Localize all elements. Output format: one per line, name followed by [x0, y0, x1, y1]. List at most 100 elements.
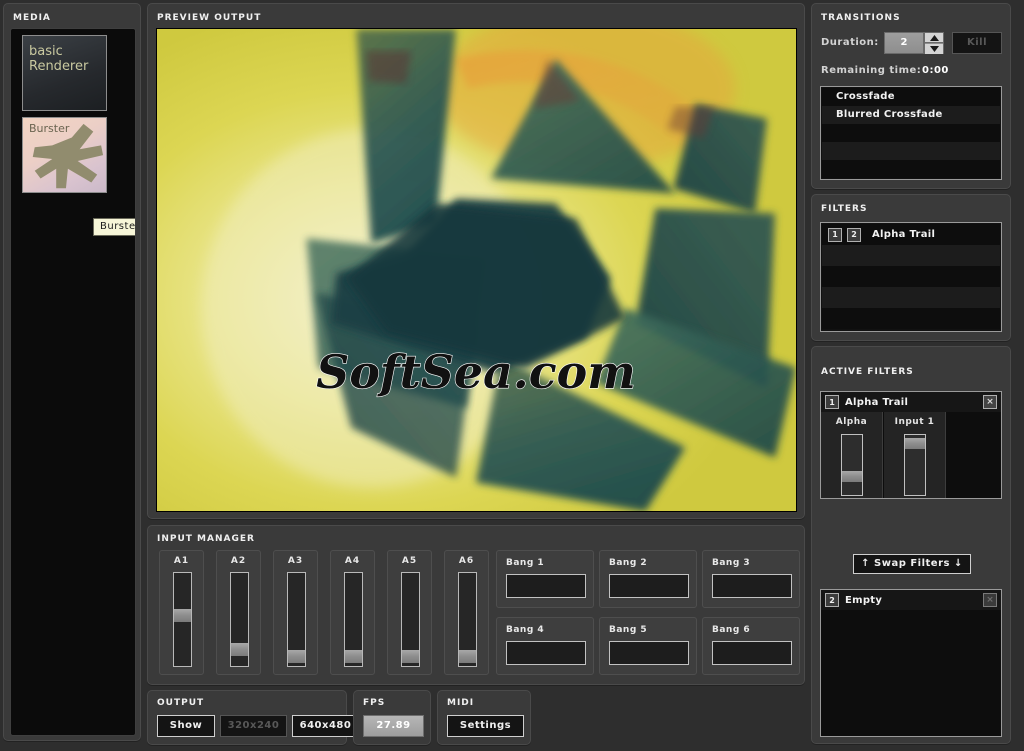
list-item[interactable] — [822, 287, 1000, 308]
media-list[interactable]: basicRenderer Burster Burster — [10, 28, 136, 736]
bang-button-4-label: Bang 4 — [506, 625, 545, 635]
list-item[interactable] — [822, 308, 1000, 329]
active-filter-slot-2-name: Empty — [845, 594, 883, 606]
list-item[interactable]: 1 2 Alpha Trail — [822, 224, 1000, 245]
input-slider-a6-knob[interactable] — [459, 650, 476, 663]
close-icon[interactable]: × — [983, 395, 997, 409]
list-item[interactable] — [822, 142, 1000, 160]
input-slider-a3[interactable]: A3 — [273, 550, 318, 675]
param-input-1-knob[interactable] — [905, 438, 925, 449]
bang-button-1[interactable]: Bang 1 — [496, 550, 594, 608]
bang-button-6-slot[interactable] — [712, 641, 792, 665]
midi-settings-button[interactable]: Settings — [447, 715, 524, 737]
chevron-up-icon[interactable] — [925, 33, 943, 43]
input-slider-a5-track[interactable] — [401, 572, 420, 667]
preview-output-frame[interactable]: SoftSea.com — [156, 28, 797, 512]
filter-slot-1-chip[interactable]: 1 — [828, 227, 842, 242]
active-filter-slot-2-header: 2 Empty × — [821, 590, 1001, 610]
input-slider-a3-label: A3 — [287, 556, 304, 566]
param-alpha-track[interactable] — [841, 434, 863, 496]
filter-name: Alpha Trail — [872, 229, 936, 240]
bang-button-4[interactable]: Bang 4 — [496, 617, 594, 675]
list-item[interactable]: Blurred Crossfade — [822, 106, 1000, 124]
input-slider-a1-track[interactable] — [173, 572, 192, 667]
bang-button-2[interactable]: Bang 2 — [599, 550, 697, 608]
midi-panel: MIDI Settings — [437, 690, 531, 745]
bang-button-6[interactable]: Bang 6 — [702, 617, 800, 675]
preview-output-panel: PREVIEW OUTPUT SoftSea.com — [147, 3, 805, 519]
input-slider-a4-track[interactable] — [344, 572, 363, 667]
input-slider-a4[interactable]: A4 — [330, 550, 375, 675]
input-slider-a1[interactable]: A1 — [159, 550, 204, 675]
kill-transition-button[interactable]: Kill — [952, 32, 1002, 54]
output-show-button[interactable]: Show — [157, 715, 215, 737]
list-item[interactable] — [822, 124, 1000, 142]
bang-button-4-slot[interactable] — [506, 641, 586, 665]
transitions-panel: TRANSITIONS Duration: 2 Kill Remaining t… — [811, 3, 1011, 189]
arrow-down-icon: ↓ — [953, 558, 963, 569]
input-slider-a3-knob[interactable] — [288, 650, 305, 663]
input-slider-a6[interactable]: A6 — [444, 550, 489, 675]
output-panel: OUTPUT Show 320x240 640x480 — [147, 690, 359, 745]
duration-input[interactable]: 2 — [884, 32, 924, 54]
swap-filters-button[interactable]: ↑ Swap Filters ↓ — [853, 554, 971, 574]
param-input-1-label: Input 1 — [894, 417, 935, 427]
remaining-time-value: 0:00 — [922, 65, 949, 76]
bang-button-1-label: Bang 1 — [506, 558, 545, 568]
bang-button-2-slot[interactable] — [609, 574, 689, 598]
media-item-basic-renderer[interactable]: basic Renderer — [22, 35, 107, 111]
input-slider-a4-knob[interactable] — [345, 650, 362, 663]
input-slider-a5[interactable]: A5 — [387, 550, 432, 675]
list-item[interactable] — [822, 160, 1000, 178]
bang-button-2-label: Bang 2 — [609, 558, 648, 568]
media-tooltip: Burster — [93, 218, 135, 236]
active-filters-title: ACTIVE FILTERS — [821, 367, 914, 377]
input-slider-a2-knob[interactable] — [231, 643, 248, 656]
duration-stepper[interactable] — [924, 32, 944, 54]
close-icon[interactable]: × — [983, 593, 997, 607]
bang-button-3[interactable]: Bang 3 — [702, 550, 800, 608]
media-item-basic-renderer-label: basic Renderer — [29, 44, 89, 74]
param-alpha[interactable]: Alpha — [821, 412, 883, 498]
filter-slot-2-chip[interactable]: 2 — [847, 227, 861, 242]
media-item-burster-label: Burster — [29, 122, 70, 135]
duration-label: Duration: — [821, 37, 879, 48]
bang-button-1-slot[interactable] — [506, 574, 586, 598]
input-slider-a5-label: A5 — [401, 556, 418, 566]
active-filter-slot-1-index[interactable]: 1 — [825, 395, 839, 409]
input-slider-a6-label: A6 — [458, 556, 475, 566]
input-slider-a2-track[interactable] — [230, 572, 249, 667]
list-item[interactable]: Crossfade — [822, 88, 1000, 106]
input-slider-a6-track[interactable] — [458, 572, 477, 667]
output-resolution-320-button[interactable]: 320x240 — [220, 715, 287, 737]
active-filter-slot-1-body: Alpha Input 1 — [821, 412, 1001, 498]
chevron-down-icon[interactable] — [925, 44, 943, 54]
list-item[interactable] — [822, 245, 1000, 266]
active-filter-slot-1-header: 1 Alpha Trail × — [821, 392, 1001, 412]
bang-button-3-label: Bang 3 — [712, 558, 751, 568]
filters-list[interactable]: 1 2 Alpha Trail — [820, 222, 1002, 332]
input-slider-a2[interactable]: A2 — [216, 550, 261, 675]
bang-button-3-slot[interactable] — [712, 574, 792, 598]
input-slider-a1-knob[interactable] — [174, 609, 191, 622]
remaining-time-label: Remaining time: — [821, 65, 922, 76]
param-alpha-knob[interactable] — [842, 471, 862, 482]
list-item[interactable] — [822, 266, 1000, 287]
input-slider-a4-label: A4 — [344, 556, 361, 566]
input-slider-a2-label: A2 — [230, 556, 247, 566]
fps-panel: FPS 27.89 — [353, 690, 431, 745]
active-filter-slot-2-index[interactable]: 2 — [825, 593, 839, 607]
input-slider-a3-track[interactable] — [287, 572, 306, 667]
active-filter-slot-2-body — [821, 610, 1001, 736]
transitions-list[interactable]: Crossfade Blurred Crossfade — [820, 86, 1002, 180]
bang-button-5-slot[interactable] — [609, 641, 689, 665]
param-input-1-track[interactable] — [904, 434, 926, 496]
bang-button-5-label: Bang 5 — [609, 625, 648, 635]
input-slider-a5-knob[interactable] — [402, 650, 419, 663]
output-resolution-640-button[interactable]: 640x480 — [292, 715, 359, 737]
preview-watermark: SoftSea.com — [316, 345, 636, 399]
active-filter-slot-1-name: Alpha Trail — [845, 396, 909, 408]
bang-button-5[interactable]: Bang 5 — [599, 617, 697, 675]
param-input-1[interactable]: Input 1 — [884, 412, 946, 498]
media-item-burster[interactable]: Burster — [22, 117, 107, 193]
